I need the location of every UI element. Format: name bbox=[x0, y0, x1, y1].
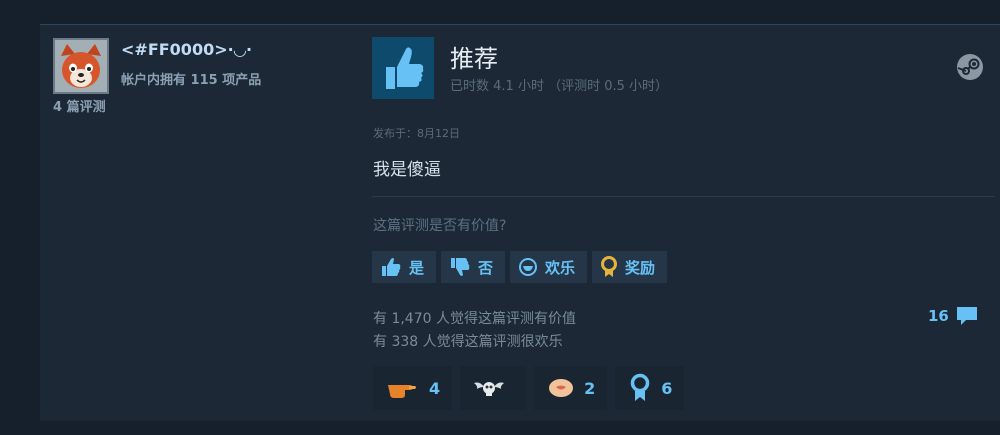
smile-icon bbox=[519, 258, 538, 276]
winged-skull-icon bbox=[474, 382, 505, 396]
author-review-count[interactable]: 4 篇评测 bbox=[53, 96, 106, 115]
review-body: 我是傻逼 bbox=[373, 160, 441, 180]
steam-logo-icon[interactable] bbox=[956, 53, 984, 81]
vote-no-button[interactable]: 否 bbox=[441, 251, 506, 283]
review-verdict[interactable]: 推荐 bbox=[450, 39, 498, 74]
recommended-thumb-box[interactable] bbox=[372, 37, 434, 99]
author-name[interactable]: <#FF0000>·◡· bbox=[121, 40, 252, 59]
comments-link[interactable]: 16 bbox=[928, 305, 979, 327]
playtime-hours: 已时数 4.1 小时 （评测时 0.5 小时） bbox=[450, 79, 669, 94]
vote-yes-button[interactable]: 是 bbox=[372, 251, 437, 283]
award-count: 4 bbox=[429, 378, 441, 398]
award-item[interactable] bbox=[460, 366, 527, 410]
award-count: 2 bbox=[584, 378, 596, 398]
author-avatar[interactable] bbox=[53, 38, 109, 94]
hand-point-icon bbox=[388, 385, 416, 398]
avatar-image bbox=[55, 40, 107, 92]
awards-row: 4 2 6 bbox=[373, 366, 685, 410]
award-item[interactable]: 6 bbox=[615, 366, 685, 410]
helpful-question: 这篇评测是否有价值? bbox=[373, 218, 507, 234]
thumb-up-icon bbox=[386, 47, 424, 89]
divider bbox=[372, 196, 994, 197]
vote-no-label: 否 bbox=[478, 258, 494, 277]
comment-count: 16 bbox=[928, 307, 949, 325]
award-label: 奖励 bbox=[625, 258, 656, 277]
vote-yes-label: 是 bbox=[409, 258, 425, 277]
award-item[interactable]: 4 bbox=[373, 366, 453, 410]
helpful-count-line: 有 1,470 人觉得这篇评测有价值 bbox=[373, 311, 576, 327]
heart-bubble-icon bbox=[549, 379, 574, 397]
award-item[interactable]: 2 bbox=[534, 366, 608, 410]
posted-date: 发布于：8月12日 bbox=[373, 127, 460, 140]
review-stats: 有 1,470 人觉得这篇评测有价值 有 338 人觉得这篇评测很欢乐 bbox=[373, 308, 576, 354]
author-products-owned[interactable]: 帐户内拥有 115 项产品 bbox=[121, 69, 261, 88]
medal-icon bbox=[631, 373, 650, 401]
award-button[interactable]: 奖励 bbox=[592, 251, 668, 283]
vote-funny-label: 欢乐 bbox=[545, 258, 576, 277]
vote-buttons: 是 否 欢乐 奖励 bbox=[372, 251, 668, 283]
vote-funny-button[interactable]: 欢乐 bbox=[510, 251, 588, 283]
thumb-up-icon bbox=[382, 258, 401, 276]
award-ribbon-icon bbox=[601, 256, 618, 277]
thumb-down-icon bbox=[451, 258, 470, 276]
award-count: 6 bbox=[661, 378, 673, 398]
review-card: <#FF0000>·◡· 帐户内拥有 115 项产品 4 篇评测 推荐 已时数 … bbox=[40, 24, 1000, 421]
funny-count-line: 有 338 人觉得这篇评测很欢乐 bbox=[373, 334, 563, 350]
comment-bubble-icon bbox=[956, 307, 977, 325]
